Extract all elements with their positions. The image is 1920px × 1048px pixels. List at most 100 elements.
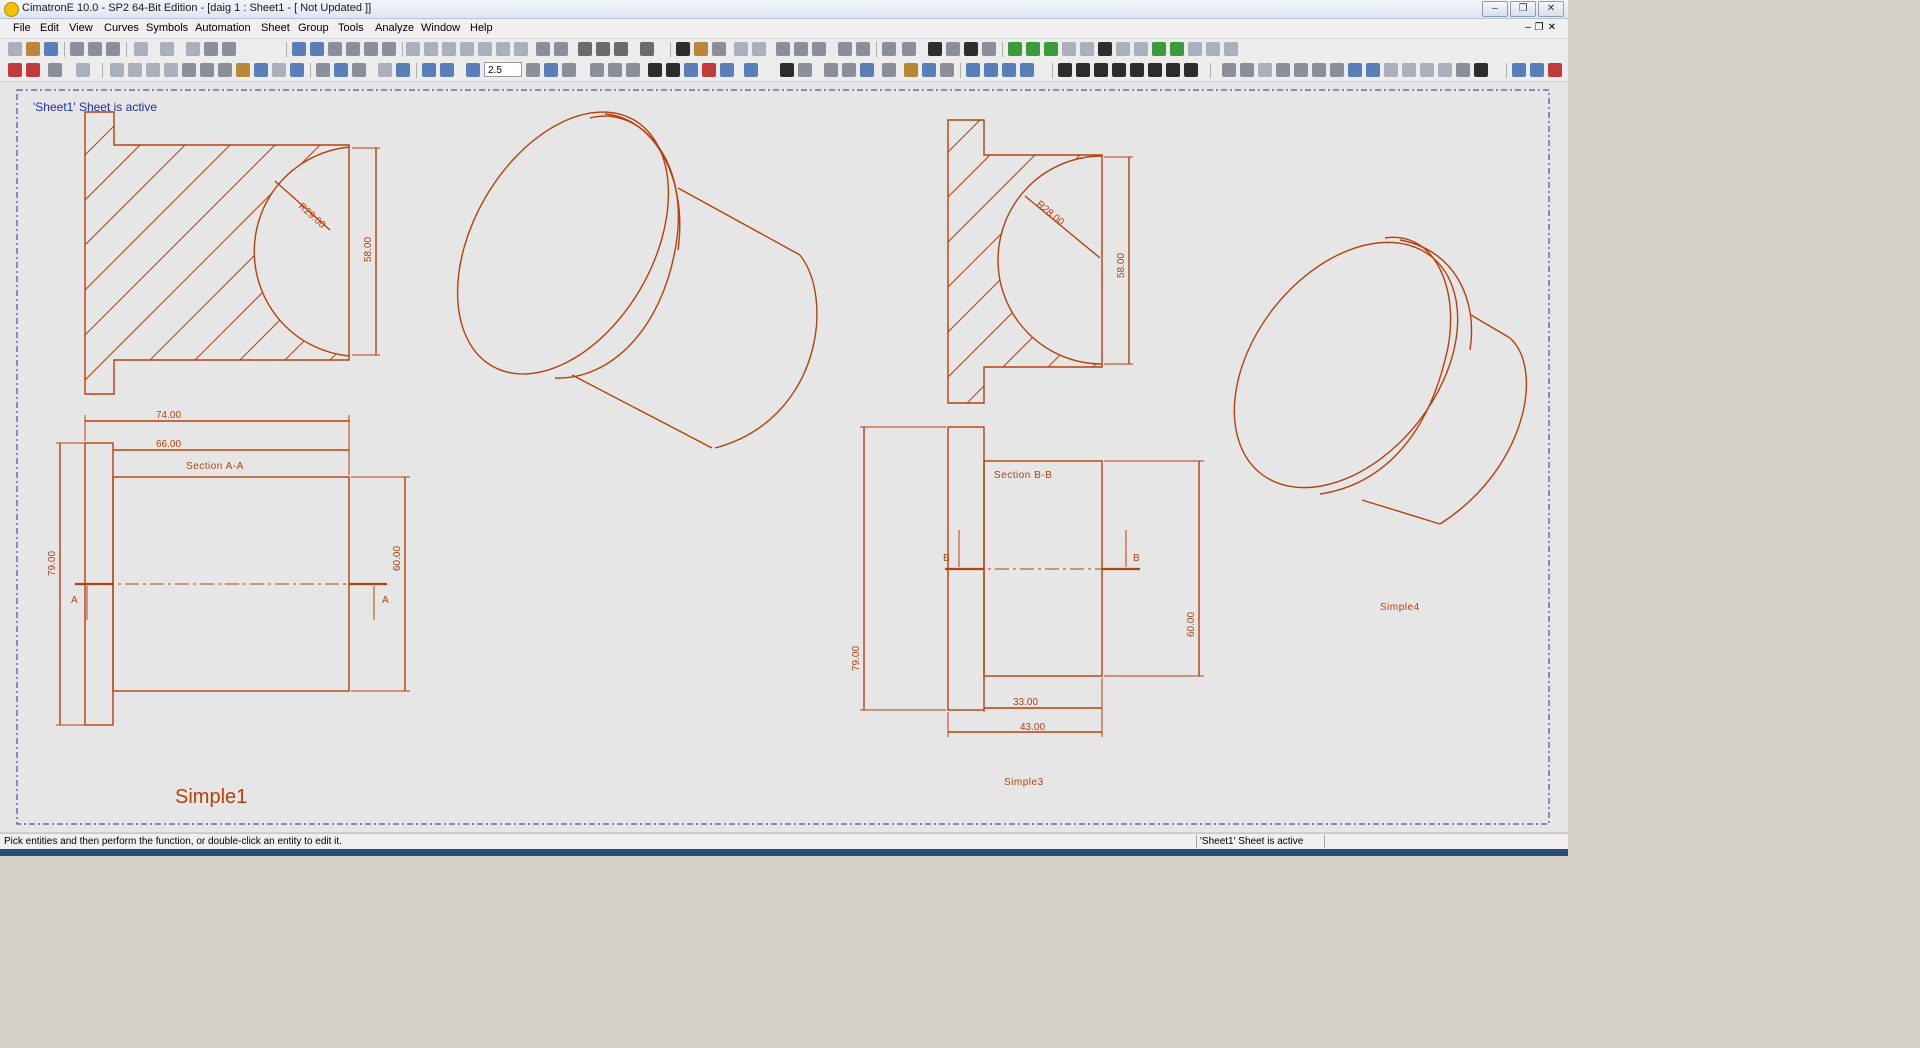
menu-window[interactable]: Window	[421, 22, 460, 34]
redo-icon[interactable]	[160, 42, 174, 56]
delete-icon[interactable]	[8, 63, 22, 77]
fill-area-icon[interactable]	[780, 63, 794, 77]
front-view-b[interactable]: B B Section B-B 79.00 60.00 33.00 43.00	[851, 426, 1204, 737]
bom-icon[interactable]	[812, 42, 826, 56]
box-icon[interactable]	[1188, 42, 1202, 56]
pattern-icon[interactable]	[1330, 63, 1344, 77]
table-insert-icon[interactable]	[544, 63, 558, 77]
bom-table-icon[interactable]	[562, 63, 576, 77]
zoom-dynamic-icon[interactable]	[328, 42, 342, 56]
delete-all-icon[interactable]	[26, 63, 40, 77]
minimize-button[interactable]: –	[1482, 1, 1508, 17]
extend-entity-icon[interactable]	[1402, 63, 1416, 77]
open-file-icon[interactable]	[26, 42, 40, 56]
zoom-window-icon[interactable]	[310, 42, 324, 56]
stretch-icon[interactable]	[182, 63, 196, 77]
line-style-icon[interactable]	[946, 42, 960, 56]
ellipse-icon[interactable]	[1130, 63, 1144, 77]
menu-view[interactable]: View	[69, 22, 93, 34]
scale-icon[interactable]	[164, 63, 178, 77]
ole-icon[interactable]	[940, 63, 954, 77]
xyz-icon[interactable]	[1206, 42, 1220, 56]
move-icon[interactable]	[76, 63, 90, 77]
ungroup-icon[interactable]	[272, 63, 286, 77]
view-back-icon[interactable]	[478, 42, 492, 56]
centermark-icon[interactable]	[744, 63, 758, 77]
percent-icon[interactable]	[1224, 42, 1238, 56]
rectangle-icon[interactable]	[1094, 63, 1108, 77]
array-entity-icon[interactable]	[1456, 63, 1470, 77]
copy-entity-icon[interactable]	[110, 63, 124, 77]
menu-tools[interactable]: Tools	[338, 22, 364, 34]
view-top-icon[interactable]	[424, 42, 438, 56]
drawing-svg[interactable]: 'Sheet1' Sheet is active R29.00 58.00 A …	[0, 82, 1568, 832]
zoom-detail-icon[interactable]	[842, 63, 856, 77]
arc-dim-icon[interactable]	[702, 63, 716, 77]
scale-entity-icon[interactable]	[1420, 63, 1434, 77]
hatch-icon[interactable]	[526, 63, 540, 77]
sketch-icon[interactable]	[860, 63, 874, 77]
spline-icon[interactable]	[1166, 63, 1180, 77]
associativity-icon[interactable]	[966, 63, 980, 77]
menu-analyze[interactable]: Analyze	[375, 22, 414, 34]
circle-icon[interactable]	[1112, 63, 1126, 77]
sketch-line-icon[interactable]	[1008, 42, 1022, 56]
layers-icon[interactable]	[222, 42, 236, 56]
print-icon[interactable]	[88, 42, 102, 56]
point-icon[interactable]	[1170, 42, 1184, 56]
mirror-entity-icon[interactable]	[1312, 63, 1326, 77]
scale-combo[interactable]: 2.5	[484, 62, 522, 77]
sheet-icon[interactable]	[422, 63, 436, 77]
restore-button[interactable]: ❐	[1510, 1, 1536, 17]
rotate-2d-icon[interactable]	[1438, 63, 1452, 77]
extend-icon[interactable]	[1116, 42, 1130, 56]
undo-icon[interactable]	[134, 42, 148, 56]
weld-icon[interactable]	[666, 63, 680, 77]
view-left-icon[interactable]	[514, 42, 528, 56]
new-file-icon[interactable]	[8, 42, 22, 56]
join-icon[interactable]	[1294, 63, 1308, 77]
update-all-icon[interactable]	[1002, 63, 1016, 77]
frame-icon[interactable]	[440, 63, 454, 77]
rotate-icon[interactable]	[382, 42, 396, 56]
zoom-all-icon[interactable]	[292, 42, 306, 56]
grid-snap-icon[interactable]	[204, 42, 218, 56]
isometric-view-2[interactable]	[1189, 200, 1528, 531]
picture-icon[interactable]	[922, 63, 936, 77]
grid-icon[interactable]	[882, 42, 896, 56]
menu-file[interactable]: File	[13, 22, 31, 34]
view-bottom-icon[interactable]	[496, 42, 510, 56]
sketch-circle-icon[interactable]	[1044, 42, 1058, 56]
front-view-a[interactable]: A A 74.00 66.00 Section A-A 79.00 60.00	[47, 410, 410, 726]
datum-icon[interactable]	[590, 63, 604, 77]
copy-icon[interactable]	[838, 42, 852, 56]
pan-icon[interactable]	[364, 42, 378, 56]
explode-entity-icon[interactable]	[236, 63, 250, 77]
menu-sheet[interactable]: Sheet	[261, 22, 290, 34]
light-on-icon[interactable]	[694, 42, 708, 56]
sketch-spline-icon[interactable]	[1026, 42, 1040, 56]
trim-icon[interactable]	[1098, 42, 1112, 56]
hatch-area-icon[interactable]	[798, 63, 812, 77]
view-front-icon[interactable]	[406, 42, 420, 56]
point-draw-icon[interactable]	[1184, 63, 1198, 77]
section-view-icon[interactable]	[536, 42, 550, 56]
fill-icon[interactable]	[902, 42, 916, 56]
zoom-icon[interactable]	[346, 42, 360, 56]
surface-finish-icon[interactable]	[626, 63, 640, 77]
balloon-icon[interactable]	[352, 63, 366, 77]
window-fit-icon[interactable]	[1530, 63, 1544, 77]
menu-automation[interactable]: Automation	[195, 22, 251, 34]
isometric-view-1[interactable]	[414, 82, 818, 449]
offset-icon[interactable]	[200, 63, 214, 77]
trim-entity-icon[interactable]	[1258, 63, 1272, 77]
plot-icon[interactable]	[106, 42, 120, 56]
mirror-icon[interactable]	[128, 63, 142, 77]
array-icon[interactable]	[218, 63, 232, 77]
curve-2-icon[interactable]	[1080, 42, 1094, 56]
shading-icon[interactable]	[578, 42, 592, 56]
detail-view-icon[interactable]	[554, 42, 568, 56]
note-icon[interactable]	[334, 63, 348, 77]
view-right-icon[interactable]	[442, 42, 456, 56]
group-icon[interactable]	[254, 63, 268, 77]
